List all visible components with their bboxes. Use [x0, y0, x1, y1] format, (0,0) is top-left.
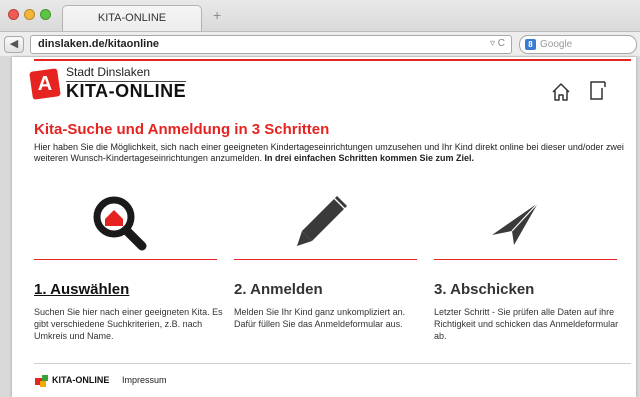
footer-logo-icon [35, 375, 48, 387]
search-placeholder: Google [540, 39, 573, 50]
impressum-link[interactable]: Impressum [122, 375, 167, 385]
close-window-button[interactable] [8, 9, 19, 20]
step-divider [434, 259, 617, 260]
window-controls [8, 9, 51, 20]
pencil-icon [297, 195, 348, 246]
footer-divider [34, 363, 631, 364]
url-text: dinslaken.de/kitaonline [38, 38, 160, 50]
step-2-heading: 2. Anmelden [234, 281, 323, 298]
browser-chrome: KITA-ONLINE + ◀ dinslaken.de/kitaonline … [0, 0, 640, 56]
zoom-window-button[interactable] [40, 9, 51, 20]
browser-tab[interactable]: KITA-ONLINE [62, 5, 202, 31]
reload-icon[interactable]: ▿ C [490, 38, 505, 49]
intro-text: Hier haben Sie die Möglichkeit, sich nac… [34, 142, 624, 164]
kita-logo-icon[interactable]: A [29, 68, 61, 100]
web-page: A Stadt Dinslaken KITA-ONLINE Kita-Suche… [12, 57, 636, 397]
logo-letter: A [37, 73, 53, 95]
back-button[interactable]: ◀ [4, 36, 24, 53]
intro-highlight: In drei einfachen Schritten kommen Sie z… [264, 153, 475, 163]
address-bar[interactable]: dinslaken.de/kitaonline ▿ C [30, 35, 512, 54]
step-divider [234, 259, 417, 260]
new-tab-button[interactable]: + [213, 7, 221, 23]
brand-city: Stadt Dinslaken [66, 65, 151, 79]
step-1-link[interactable]: 1. Auswählen [34, 281, 129, 298]
home-icon[interactable] [550, 81, 572, 103]
step-1-description: Suchen Sie hier nach einer geeigneten Ki… [34, 307, 223, 341]
step-divider [34, 259, 217, 260]
google-icon: 8 [525, 39, 536, 50]
search-bar[interactable]: 8 Google [519, 35, 637, 54]
magnifier-house-icon[interactable] [90, 193, 150, 253]
browser-toolbar: ◀ dinslaken.de/kitaonline ▿ C 8 Google [0, 31, 640, 56]
footer-brand[interactable]: KITA-ONLINE [52, 375, 109, 385]
minimize-window-button[interactable] [24, 9, 35, 20]
step-2-description: Melden Sie Ihr Kind ganz unkompliziert a… [234, 307, 406, 329]
paper-plane-icon [492, 202, 539, 245]
page-title: Kita-Suche und Anmeldung in 3 Schritten [34, 121, 330, 138]
brand-name[interactable]: KITA-ONLINE [66, 81, 186, 102]
step-3-description: Letzter Schritt - Sie prüfen alle Daten … [434, 307, 619, 341]
step-3-heading: 3. Abschicken [434, 281, 535, 298]
header-rule [34, 59, 631, 61]
login-icon[interactable] [588, 79, 608, 101]
